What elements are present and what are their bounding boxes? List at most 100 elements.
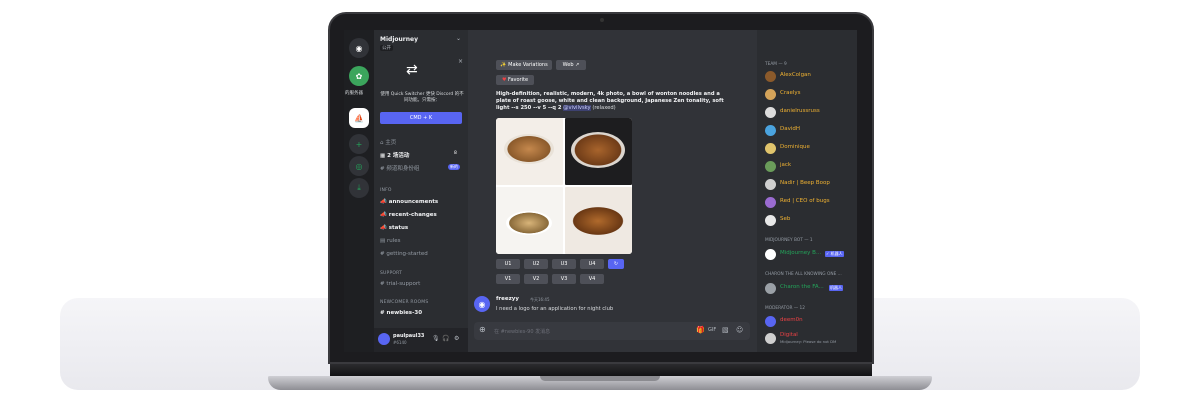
headphones-icon[interactable]: 🎧 xyxy=(442,335,449,342)
channel-label: announcements xyxy=(388,199,439,205)
make-variations-button[interactable]: ✨ Make Variations xyxy=(496,60,552,70)
settings-gear-icon[interactable]: ⚙ xyxy=(454,335,459,342)
image-tile-3[interactable] xyxy=(496,187,563,254)
magic-icon: ✨ xyxy=(500,62,509,68)
generated-image-grid[interactable] xyxy=(496,118,632,254)
member-item[interactable]: deem0n xyxy=(765,315,857,329)
avatar xyxy=(765,316,776,327)
message-author[interactable]: freezyy xyxy=(496,296,519,302)
message-composer[interactable]: ⊕ 在 #newbies-90 发消息 🎁 GIF ▧ ☺ xyxy=(474,322,750,340)
category-support[interactable]: SUPPORT xyxy=(380,271,402,276)
external-link-icon: ↗ xyxy=(573,62,580,68)
member-item[interactable]: Seb xyxy=(765,214,857,228)
upscale-button-4[interactable]: U4 xyxy=(580,259,604,269)
message-text: I need a logo for an application for nig… xyxy=(496,306,614,312)
user-panel: paulpaul33 #6140 🎙 🎧 ⚙ xyxy=(374,328,468,352)
nav-channels-roles-label: 频道和身份组 xyxy=(386,166,420,172)
midjourney-server-icon[interactable]: ⛵ xyxy=(349,108,369,128)
sticker-icon[interactable]: ▧ xyxy=(722,326,729,334)
member-item[interactable]: Charon the FA... 机器人 xyxy=(765,282,857,296)
add-attachment-icon[interactable]: ⊕ xyxy=(479,325,486,334)
channel-status[interactable]: 📣 status xyxy=(380,225,408,231)
upscale-button-3[interactable]: U3 xyxy=(552,259,576,269)
announcement-icon: 📣 xyxy=(380,225,389,231)
server-name[interactable]: Midjourney xyxy=(380,36,418,43)
nav-events[interactable]: ▦ 2 场活动 xyxy=(380,151,409,159)
channel-rules[interactable]: ▤ rules xyxy=(380,238,400,244)
channel-label: newbies-30 xyxy=(386,310,423,316)
nav-events-label: 2 场活动 xyxy=(387,153,410,159)
discord-home-icon[interactable]: ◉ xyxy=(349,38,369,58)
image-tile-4[interactable] xyxy=(565,187,632,254)
avatar xyxy=(765,143,776,154)
download-icon[interactable]: ⤓ xyxy=(349,178,369,198)
member-name: Dominique xyxy=(780,144,810,150)
chat-area: ✨ Make Variations Web ↗ ♥ Favorite High-… xyxy=(468,30,757,352)
roast-plate-shape xyxy=(571,132,625,168)
camera-dot xyxy=(600,18,604,22)
variation-button-2[interactable]: V2 xyxy=(524,274,548,284)
web-button[interactable]: Web ↗ xyxy=(556,60,586,70)
member-group-team: TEAM — 9 xyxy=(765,62,787,67)
member-item[interactable]: Digital Midjourney: Please do not DM xyxy=(765,332,857,346)
nav-home-label: 主页 xyxy=(385,140,397,146)
avatar xyxy=(765,125,776,136)
member-item[interactable]: DavidH xyxy=(765,124,857,138)
channel-label: status xyxy=(388,225,409,231)
avatar xyxy=(765,197,776,208)
member-item[interactable]: AlexColgan xyxy=(765,70,857,84)
upscale-button-2[interactable]: U2 xyxy=(524,259,548,269)
channel-label: getting-started xyxy=(386,251,428,257)
events-count-badge: 8 xyxy=(454,151,457,156)
channel-getting-started[interactable]: # getting-started xyxy=(380,251,428,257)
refresh-icon: ↻ xyxy=(613,261,619,267)
image-tile-2[interactable] xyxy=(565,118,632,185)
add-server-icon[interactable]: + xyxy=(349,134,369,154)
channel-announcements[interactable]: 📣 announcements xyxy=(380,199,438,205)
channel-recent-changes[interactable]: 📣 recent-changes xyxy=(380,212,437,218)
server-avatar-icon[interactable]: ✿ xyxy=(349,66,369,86)
close-icon[interactable]: × xyxy=(458,58,463,65)
chevron-down-icon[interactable]: ⌄ xyxy=(456,35,461,42)
member-item[interactable]: Midjourney B... ✓ 机器人 xyxy=(765,248,857,262)
quick-switcher-button[interactable]: CMD + K xyxy=(380,112,462,124)
prompt-text: High-definition, realistic, modern, 4k p… xyxy=(496,91,736,112)
variation-button-1[interactable]: V1 xyxy=(496,274,520,284)
member-name: Midjourney B... xyxy=(780,250,822,256)
mute-icon[interactable]: 🎙 xyxy=(432,335,440,342)
channel-newbies-30[interactable]: # newbies-30 xyxy=(380,310,422,316)
member-item[interactable]: Red | CEO of bugs xyxy=(765,196,857,210)
discord-avatar-icon[interactable]: ◉ xyxy=(474,296,490,312)
variation-button-3[interactable]: V3 xyxy=(552,274,576,284)
avatar xyxy=(765,89,776,100)
channel-label: recent-changes xyxy=(388,212,437,218)
category-newcomer[interactable]: NEWCOMER ROOMS xyxy=(380,300,428,305)
channel-label: trial-support xyxy=(386,281,421,287)
user-mention[interactable]: @vivilvsky xyxy=(563,105,591,111)
emoji-icon[interactable]: ☺ xyxy=(736,326,743,334)
nav-home[interactable]: ⌂ 主页 xyxy=(380,138,396,146)
member-group-moderator: MODERATOR — 12 xyxy=(765,306,806,311)
image-tile-1[interactable] xyxy=(496,118,563,185)
reroll-button[interactable]: ↻ xyxy=(608,259,624,269)
laptop-notch xyxy=(540,376,660,381)
member-name: DavidH xyxy=(780,126,801,132)
member-item[interactable]: Nadir | Beep Boop xyxy=(765,178,857,192)
channel-trial-support[interactable]: # trial-support xyxy=(380,281,420,287)
user-avatar[interactable] xyxy=(378,333,390,345)
variation-button-4[interactable]: V4 xyxy=(580,274,604,284)
member-name: Craelys xyxy=(780,90,801,96)
member-item[interactable]: danielrussruss xyxy=(765,106,857,120)
gif-icon[interactable]: GIF xyxy=(708,327,716,333)
member-item[interactable]: Craelys xyxy=(765,88,857,102)
gift-icon[interactable]: 🎁 xyxy=(696,326,705,334)
make-variations-label: Make Variations xyxy=(508,62,548,68)
member-item[interactable]: jack xyxy=(765,160,857,174)
explore-icon[interactable]: ◎ xyxy=(349,156,369,176)
nav-channels-roles[interactable]: # 频道和身份组 xyxy=(380,164,419,172)
category-info[interactable]: INFO xyxy=(380,188,392,193)
discord-window: ◉ ✿ 的服务器 ⛵ + ◎ ⤓ Midjourney ⌄ 公开 ⇄ × 使用 … xyxy=(344,30,857,352)
member-item[interactable]: Dominique xyxy=(765,142,857,156)
favorite-button[interactable]: ♥ Favorite xyxy=(496,75,534,85)
upscale-button-1[interactable]: U1 xyxy=(496,259,520,269)
